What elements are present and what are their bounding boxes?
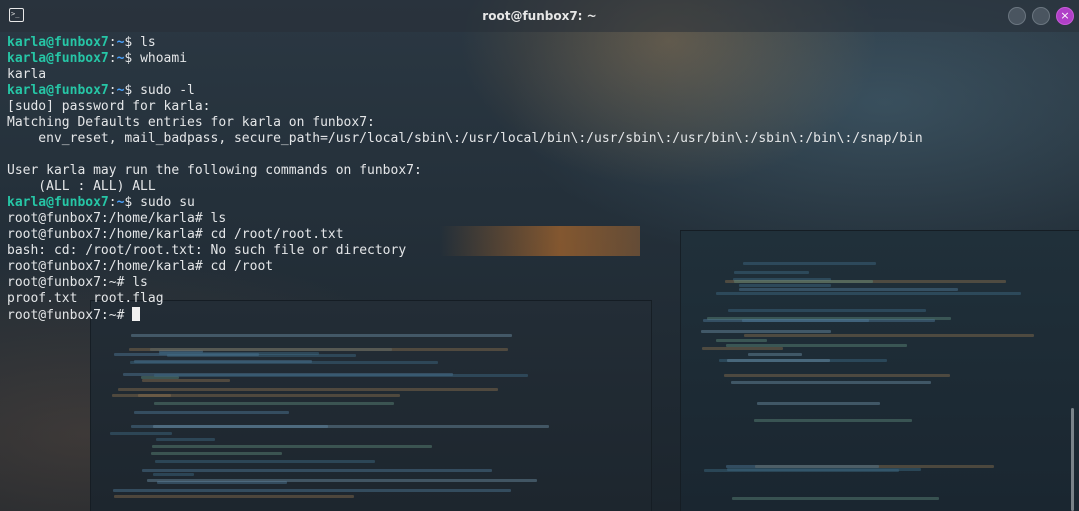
wallpaper-code-line <box>131 334 512 337</box>
wallpaper-code-line <box>114 495 354 498</box>
wallpaper-code-line <box>147 479 537 482</box>
wallpaper-code-line <box>701 330 831 333</box>
prompt-user-host: karla@funbox7 <box>7 35 109 50</box>
terminal-line: Matching Defaults entries for karla on f… <box>7 115 1067 131</box>
wallpaper-code-line <box>142 379 230 382</box>
wallpaper-code-line <box>138 394 171 397</box>
line-text: root@funbox7:/home/karla# cd /root <box>7 259 274 274</box>
terminal-line: env_reset, mail_badpass, secure_path=/us… <box>7 131 1067 147</box>
line-text: User karla may run the following command… <box>7 163 422 178</box>
line-text: root@funbox7:~# <box>7 308 133 323</box>
wallpaper-code-line <box>154 402 394 405</box>
line-text: root@funbox7:~# ls <box>7 275 148 290</box>
line-text: sudo -l <box>140 83 195 98</box>
wallpaper-code-line <box>156 438 215 441</box>
prompt-symbol: $ <box>124 51 141 66</box>
terminal-line: karla@funbox7:~$ ls <box>7 35 1067 51</box>
wallpaper-code-line <box>754 419 912 422</box>
wallpaper-code-line <box>110 432 172 435</box>
line-text: root@funbox7:/home/karla# ls <box>7 211 227 226</box>
line-text: [sudo] password for karla: <box>7 99 211 114</box>
line-text: env_reset, mail_badpass, secure_path=/us… <box>7 131 923 146</box>
wallpaper-code-line <box>726 465 879 468</box>
wallpaper-code-line <box>702 347 783 350</box>
wallpaper-code-line <box>151 452 282 455</box>
line-text: ls <box>140 35 156 50</box>
terminal-output[interactable]: karla@funbox7:~$ ls karla@funbox7:~$ whoa… <box>7 35 1067 323</box>
wallpaper-code-line <box>757 402 880 405</box>
terminal-line: bash: cd: /root/root.txt: No such file o… <box>7 243 1067 259</box>
wallpaper-code-line <box>130 361 438 364</box>
terminal-line: root@funbox7:~# ls <box>7 275 1067 291</box>
minimize-button[interactable] <box>1008 7 1026 25</box>
wallpaper-code-line <box>732 497 939 500</box>
wallpaper-code-line <box>744 334 1034 337</box>
prompt-symbol: $ <box>124 195 141 210</box>
wallpaper-code-line <box>152 445 432 448</box>
wallpaper-code-line <box>129 348 508 351</box>
terminal-line: root@funbox7:/home/karla# cd /root/root.… <box>7 227 1067 243</box>
line-text: root@funbox7:/home/karla# cd /root/root.… <box>7 227 344 242</box>
window-title: root@funbox7: ~ <box>482 9 597 23</box>
line-text: sudo su <box>140 195 195 210</box>
wallpaper-code-line <box>748 353 802 356</box>
title-bar[interactable]: >_ root@funbox7: ~ × <box>0 0 1079 32</box>
wallpaper-code-line <box>724 374 950 377</box>
prompt-symbol: $ <box>124 83 141 98</box>
prompt-colon: : <box>108 83 117 98</box>
terminal-line: User karla may run the following command… <box>7 163 1067 179</box>
terminal-line: (ALL : ALL) ALL <box>7 179 1067 195</box>
terminal-line: karla@funbox7:~$ whoami <box>7 51 1067 67</box>
wallpaper-code-line <box>159 352 319 355</box>
terminal-line: [sudo] password for karla: <box>7 99 1067 115</box>
prompt-colon: : <box>108 51 117 66</box>
wallpaper-code-line <box>155 460 375 463</box>
wallpaper-code-line <box>731 381 931 384</box>
maximize-button[interactable] <box>1032 7 1050 25</box>
terminal-line: root@funbox7:/home/karla# ls <box>7 211 1067 227</box>
wallpaper-code-line <box>716 339 767 342</box>
prompt-symbol: $ <box>124 35 141 50</box>
text-cursor <box>132 307 141 321</box>
line-text: whoami <box>140 51 188 66</box>
prompt-colon: : <box>108 35 117 50</box>
wallpaper-code-line <box>142 469 492 472</box>
wallpaper-code-line <box>118 388 498 391</box>
terminal-line: karla <box>7 67 1067 83</box>
wallpaper-code-line <box>727 359 830 362</box>
terminal-window: >_ root@funbox7: ~ × karla@funbox7:~$ ls… <box>0 0 1079 511</box>
terminal-line: root@funbox7:~# <box>7 307 1067 323</box>
line-text: (ALL : ALL) ALL <box>7 179 156 194</box>
prompt-user-host: karla@funbox7 <box>7 51 109 66</box>
scrollbar[interactable] <box>1071 408 1074 511</box>
wallpaper-code-line <box>727 468 921 471</box>
terminal-line: karla@funbox7:~$ sudo su <box>7 195 1067 211</box>
line-text: proof.txt root.flag <box>7 291 164 306</box>
wallpaper-code-line <box>153 473 194 476</box>
terminal-line: root@funbox7:/home/karla# cd /root <box>7 259 1067 275</box>
wallpaper-code-line <box>113 489 511 492</box>
terminal-line: karla@funbox7:~$ sudo -l <box>7 83 1067 99</box>
prompt-colon: : <box>108 195 117 210</box>
wallpaper-code-line <box>153 425 549 428</box>
line-text: bash: cd: /root/root.txt: No such file o… <box>7 243 407 258</box>
line-text: karla <box>7 67 47 82</box>
wallpaper-code-line <box>154 374 528 377</box>
wallpaper-code-line <box>134 411 289 414</box>
prompt-user-host: karla@funbox7 <box>7 195 109 210</box>
terminal-line: proof.txt root.flag <box>7 291 1067 307</box>
line-text: Matching Defaults entries for karla on f… <box>7 115 375 130</box>
close-button[interactable]: × <box>1056 7 1074 25</box>
prompt-user-host: karla@funbox7 <box>7 83 109 98</box>
